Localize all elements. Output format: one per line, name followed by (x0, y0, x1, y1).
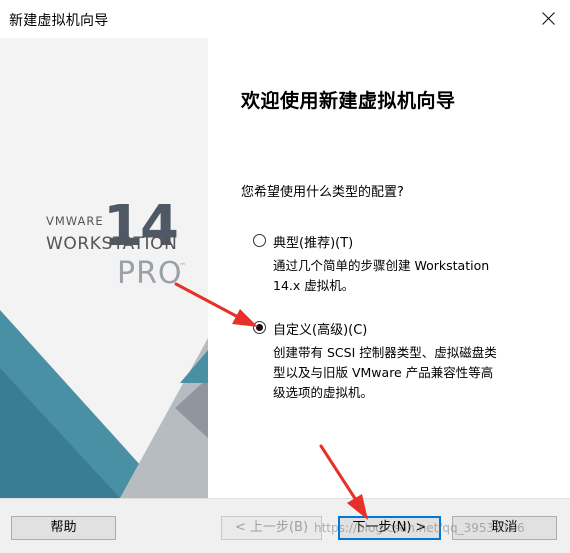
custom-desc-line: 级选项的虚拟机。 (273, 385, 374, 400)
custom-radio[interactable] (253, 321, 266, 334)
custom-desc-line: 创建带有 SCSI 控制器类型、虚拟磁盘类 (273, 345, 497, 360)
custom-description: 创建带有 SCSI 控制器类型、虚拟磁盘类 型以及与旧版 VMware 产品兼容… (273, 343, 497, 403)
product-name: WORKSTATION (46, 234, 178, 254)
edition-name: PRO (117, 256, 183, 291)
typical-label: 典型(推荐)(T) (273, 236, 354, 251)
wizard-heading: 欢迎使用新建虚拟机向导 (241, 90, 456, 112)
watermark-text: https://blog.csdn.net/qq_39536166 (314, 521, 525, 535)
trademark-symbol: ™ (179, 262, 186, 270)
help-button[interactable]: 帮助 (11, 516, 116, 540)
custom-desc-line: 型以及与旧版 VMware 产品兼容性等高 (273, 365, 494, 380)
new-vm-wizard-dialog: 新建虚拟机向导 VMWARE 14 WORKSTATION PRO ™ 欢迎使用… (0, 0, 570, 553)
back-button[interactable]: < 上一步(B) (221, 516, 322, 540)
typical-desc-line: 通过几个简单的步骤创建 Workstation (273, 258, 490, 273)
wizard-banner: VMWARE 14 WORKSTATION PRO ™ (0, 38, 208, 498)
typical-description: 通过几个简单的步骤创建 Workstation 14.x 虚拟机。 (273, 256, 489, 296)
typical-radio[interactable] (253, 234, 266, 247)
title-bar: 新建虚拟机向导 (0, 0, 570, 38)
config-question: 您希望使用什么类型的配置? (241, 185, 404, 200)
window-title: 新建虚拟机向导 (9, 13, 109, 29)
custom-label: 自定义(高级)(C) (273, 323, 368, 338)
close-button[interactable] (527, 0, 570, 38)
typical-option[interactable]: 典型(推荐)(T) 通过几个简单的步骤创建 Workstation 14.x 虚… (253, 232, 543, 294)
typical-desc-line: 14.x 虚拟机。 (273, 278, 355, 293)
small-teal-triangle (180, 350, 208, 383)
vmware-logo-text: VMWARE (46, 214, 104, 228)
close-icon (542, 12, 555, 25)
custom-option[interactable]: 自定义(高级)(C) 创建带有 SCSI 控制器类型、虚拟磁盘类 型以及与旧版 … (253, 319, 548, 401)
